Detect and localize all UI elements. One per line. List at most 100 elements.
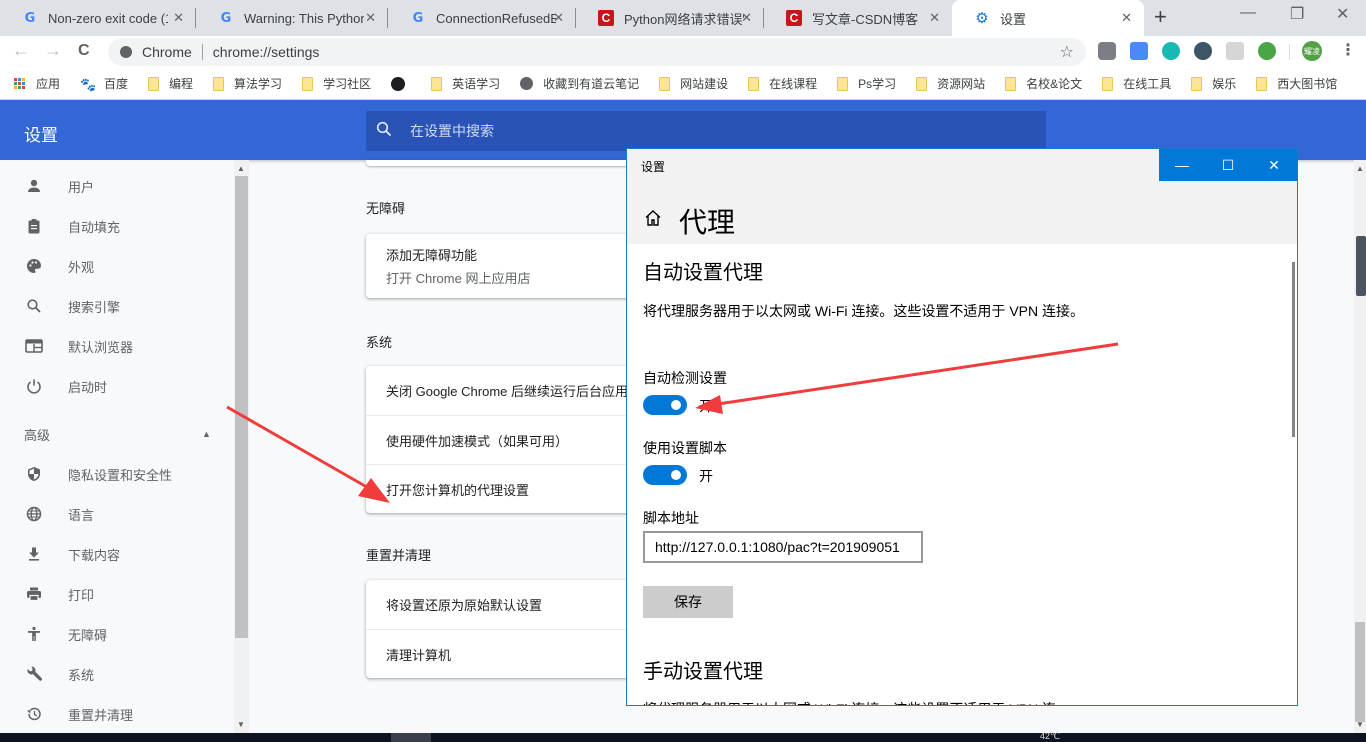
bookmark-star-icon[interactable]: ☆: [1060, 42, 1074, 62]
bookmark-github[interactable]: [391, 76, 411, 91]
row-primary-text: 清理计算机: [386, 647, 452, 663]
chrome-menu-icon[interactable]: ⋮: [1340, 40, 1356, 60]
sidebar-item-on-startup[interactable]: 启动时: [0, 366, 234, 406]
scroll-down-arrow-icon[interactable]: ▼: [237, 720, 245, 729]
dialog-scrollbar[interactable]: [1292, 262, 1295, 437]
browser-toolbar: ← → C Chrome chrome://settings ☆ 耀凌 ⋮: [0, 36, 1366, 68]
sidebar-item-search-engine[interactable]: 搜索引擎: [0, 286, 234, 326]
bookmark-baidu[interactable]: 🐾 百度: [80, 75, 128, 92]
bookmark-folder[interactable]: 在线课程: [748, 75, 817, 92]
sidebar-item-downloads[interactable]: 下载内容: [0, 534, 234, 574]
bookmark-folder[interactable]: 算法学习: [213, 75, 282, 92]
extension-m-icon[interactable]: [1162, 42, 1180, 60]
page-scroll-thumb[interactable]: [1355, 622, 1365, 722]
extension-google-translate-icon[interactable]: [1130, 42, 1148, 60]
restore-button[interactable]: ❐: [1290, 4, 1304, 24]
bookmark-folder[interactable]: 在线工具: [1102, 75, 1171, 92]
sidebar-item-printing[interactable]: 打印: [0, 574, 234, 614]
bookmark-folder[interactable]: 资源网站: [916, 75, 985, 92]
scroll-up-arrow-icon[interactable]: ▲: [237, 164, 245, 173]
close-icon[interactable]: ✕: [929, 10, 940, 26]
csdn-icon: C: [598, 10, 614, 26]
address-bar[interactable]: Chrome chrome://settings ☆: [108, 38, 1086, 66]
sidebar-item-label: 重置并清理: [68, 707, 134, 723]
weather-temperature: 42℃: [1040, 731, 1061, 741]
close-icon[interactable]: ✕: [173, 10, 184, 26]
bookmark-folder[interactable]: 英语学习: [431, 75, 500, 92]
sidebar-scrollbar[interactable]: ▲ ▼: [234, 160, 249, 733]
bookmark-folder[interactable]: 网站建设: [659, 75, 728, 92]
bookmark-youdao[interactable]: 收藏到有道云笔记: [520, 75, 639, 92]
sidebar-item-accessibility[interactable]: 无障碍: [0, 614, 234, 654]
maximize-button[interactable]: ☐: [1205, 149, 1251, 181]
extension-tampermonkey-icon[interactable]: [1098, 42, 1116, 60]
bookmark-folder[interactable]: Ps学习: [837, 75, 896, 92]
tab[interactable]: C 写文章-CSDN博客 ✕: [764, 0, 952, 36]
sidebar-item-label: 无障碍: [68, 627, 108, 643]
extension-idm-icon[interactable]: [1258, 42, 1276, 60]
scroll-down-arrow-icon[interactable]: ▼: [1356, 720, 1364, 729]
browser-icon: [24, 336, 44, 356]
close-button[interactable]: ✕: [1251, 149, 1297, 181]
use-script-toggle[interactable]: [643, 465, 687, 485]
bookmark-folder[interactable]: 娱乐: [1191, 75, 1236, 92]
auto-detect-toggle[interactable]: [643, 395, 687, 415]
search-icon: [376, 121, 394, 142]
extension-spy-icon[interactable]: [1194, 42, 1212, 60]
tab[interactable]: C Python网络请求错误"C ✕: [576, 0, 764, 36]
minimize-button[interactable]: —: [1240, 4, 1256, 22]
reload-button[interactable]: C: [78, 42, 90, 60]
profile-avatar[interactable]: 耀凌: [1302, 41, 1322, 61]
settings-search[interactable]: [366, 111, 1046, 151]
sidebar-item-languages[interactable]: 语言: [0, 494, 234, 534]
forward-button[interactable]: →: [44, 40, 62, 61]
close-icon[interactable]: ✕: [365, 10, 376, 26]
close-icon[interactable]: ✕: [553, 10, 564, 26]
sidebar-item-autofill[interactable]: 自动填充: [0, 206, 234, 246]
save-button[interactable]: 保存: [643, 586, 733, 618]
sidebar-item-system[interactable]: 系统: [0, 654, 234, 694]
tab[interactable]: G Non-zero exit code (1 ✕: [0, 0, 196, 36]
folder-icon: [1191, 76, 1203, 91]
sidebar-scroll-thumb[interactable]: [235, 176, 248, 638]
sidebar-item-people[interactable]: 用户: [0, 166, 234, 206]
bookmark-apps[interactable]: 应用: [14, 75, 60, 92]
tab[interactable]: G ConnectionRefusedEr ✕: [388, 0, 576, 36]
back-button[interactable]: ←: [12, 40, 30, 61]
accessibility-icon: [24, 624, 44, 644]
bookmark-folder[interactable]: 西大图书馆: [1256, 75, 1337, 92]
sidebar-advanced-toggle[interactable]: 高级 ▲: [0, 414, 234, 454]
close-icon[interactable]: ✕: [1121, 10, 1132, 26]
download-icon: [24, 544, 44, 564]
url-text[interactable]: chrome://settings: [213, 44, 320, 60]
folder-icon: [1102, 76, 1114, 91]
extension-pdf-icon[interactable]: [1226, 42, 1244, 60]
bookmark-label: 学习社区: [323, 77, 372, 91]
home-icon[interactable]: [643, 208, 663, 233]
minimize-button[interactable]: —: [1159, 149, 1205, 181]
sidebar-item-reset[interactable]: 重置并清理: [0, 694, 234, 734]
sidebar-item-label: 自动填充: [68, 219, 121, 235]
bookmark-label: 收藏到有道云笔记: [543, 77, 640, 91]
tab[interactable]: G Warning: This Python ✕: [196, 0, 388, 36]
search-input[interactable]: [410, 123, 1010, 139]
script-address-input[interactable]: [643, 531, 923, 563]
sidebar-item-default-browser[interactable]: 默认浏览器: [0, 326, 234, 366]
window-titlebar[interactable]: 设置 — ☐ ✕: [627, 149, 1297, 181]
new-tab-button[interactable]: +: [1154, 4, 1167, 30]
taskbar-active-app[interactable]: [391, 733, 431, 742]
use-script-label: 使用设置脚本: [643, 440, 727, 456]
bookmark-folder[interactable]: 编程: [148, 75, 193, 92]
sidebar-item-privacy[interactable]: 隐私设置和安全性: [0, 454, 234, 494]
row-primary-text: 打开您计算机的代理设置: [386, 482, 530, 498]
close-window-button[interactable]: ✕: [1336, 4, 1349, 24]
sidebar-item-appearance[interactable]: 外观: [0, 246, 234, 286]
close-icon[interactable]: ✕: [741, 10, 752, 26]
scroll-up-arrow-icon[interactable]: ▲: [1356, 164, 1364, 173]
tab-strip: G Non-zero exit code (1 ✕ G Warning: Thi…: [0, 0, 1366, 36]
tab-settings-active[interactable]: ⚙ 设置 ✕: [952, 0, 1144, 36]
bookmark-label: 网站建设: [680, 77, 729, 91]
bookmark-folder[interactable]: 名校&论文: [1005, 75, 1082, 92]
tab-title: ConnectionRefusedEr: [436, 10, 556, 26]
bookmark-folder[interactable]: 学习社区: [302, 75, 371, 92]
